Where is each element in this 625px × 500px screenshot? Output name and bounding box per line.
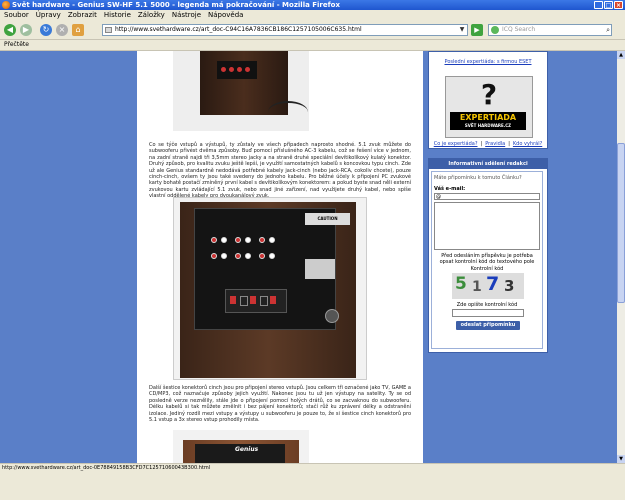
navigation-toolbar: ◀ ▶ ↻ × ⌂ http://www.svethardware.cz/art… xyxy=(0,21,625,40)
captcha-image: 5 1 7 3 xyxy=(452,273,524,299)
forward-button[interactable]: ▶ xyxy=(20,24,32,36)
minimize-button[interactable]: _ xyxy=(594,1,603,9)
volume-knob xyxy=(325,309,339,323)
firefox-icon xyxy=(2,1,10,9)
search-placeholder: ICQ Search xyxy=(502,26,536,33)
close-button[interactable]: × xyxy=(614,1,623,9)
comment-prompt: Máte připomínku k tomuto Článku? xyxy=(434,175,522,181)
url-text: http://www.svethardware.cz/art_doc-C94C1… xyxy=(115,26,362,33)
bookmarks-toolbar: Přečtěte xyxy=(0,40,625,51)
captcha-repeat-label: Zde opište kontrolní kód xyxy=(456,302,518,308)
genius-logo: Genius xyxy=(235,446,259,453)
comment-textarea[interactable] xyxy=(434,202,540,250)
page-content: Co se týče vstupů a výstupů, ty zůstaly … xyxy=(0,51,617,463)
back-button[interactable]: ◀ xyxy=(4,24,16,36)
go-button[interactable]: ▶ xyxy=(471,24,483,36)
speaker-terminals xyxy=(225,289,287,313)
search-icon[interactable]: ⌕ xyxy=(606,25,610,35)
menu-upravy[interactable]: Úpravy xyxy=(36,10,61,21)
menu-zobrazit[interactable]: Zobrazit xyxy=(68,10,97,21)
subwoofer-rear-photo: CAUTION xyxy=(173,197,367,380)
scroll-up-icon[interactable]: ▲ xyxy=(617,51,625,59)
menu-nastroje[interactable]: Nástroje xyxy=(172,10,201,21)
expertiada-banner[interactable]: ? EXPERTIADA SVĚT HARDWARE.CZ xyxy=(445,76,533,138)
comment-form: Informativní sdělení redakci Máte připom… xyxy=(428,158,548,353)
article-paragraph-1: Co se týče vstupů a výstupů, ty zůstaly … xyxy=(149,142,412,200)
question-mark-icon: ? xyxy=(480,78,498,111)
below-status-area xyxy=(0,472,625,500)
window-title: Svět hardware - Genius SW-HF 5.1 5000 - … xyxy=(12,1,340,9)
icq-icon xyxy=(491,26,499,34)
email-label: Váš e-mail: xyxy=(434,186,466,192)
scroll-down-icon[interactable]: ▼ xyxy=(617,455,625,463)
expertiada-links: Co je expertiáda? | Pravidla | Kdo vyhrá… xyxy=(433,141,543,147)
menu-napoveda[interactable]: Nápověda xyxy=(208,10,243,21)
bookmark-item[interactable]: Přečtěte xyxy=(4,40,29,50)
email-field[interactable]: @ xyxy=(434,193,540,200)
captcha-note: Před odesláním příspěvku je potřeba opsa… xyxy=(439,253,535,265)
article-paragraph-2: Další šestice konektorů cinch jsou pro p… xyxy=(149,385,411,424)
menu-historie[interactable]: Historie xyxy=(104,10,131,21)
window-controls: _ □ × xyxy=(594,1,623,9)
comment-header: Informativní sdělení redakci xyxy=(429,159,547,169)
submit-comment-button[interactable]: odeslat připomínku xyxy=(456,321,520,330)
page-icon xyxy=(105,27,112,33)
menu-soubor[interactable]: Soubor xyxy=(4,10,29,21)
url-bar[interactable]: http://www.svethardware.cz/art_doc-C94C1… xyxy=(102,24,468,36)
search-box[interactable]: ICQ Search ⌕ xyxy=(488,24,612,36)
home-button[interactable]: ⌂ xyxy=(72,24,84,36)
rear-panel: CAUTION xyxy=(194,208,350,330)
url-dropdown-icon[interactable]: ▼ xyxy=(458,26,466,34)
captcha-label: Kontrolní kód xyxy=(470,266,504,272)
subwoofer-photo-top xyxy=(173,51,309,131)
stop-button[interactable]: × xyxy=(56,24,68,36)
maximize-button[interactable]: □ xyxy=(604,1,613,9)
scrollbar-thumb[interactable] xyxy=(617,143,625,303)
page-scrollbar[interactable]: ▲ ▼ xyxy=(617,51,625,463)
subwoofer-front-photo: Genius xyxy=(173,430,309,463)
expertiada-logo: EXPERTIADA SVĚT HARDWARE.CZ xyxy=(450,112,526,130)
menu-bar: Soubor Úpravy Zobrazit Historie Záložky … xyxy=(0,10,625,21)
link-rules[interactable]: Pravidla xyxy=(485,141,505,147)
comment-inner: Máte připomínku k tomuto Článku? Váš e-m… xyxy=(431,171,543,349)
reload-button[interactable]: ↻ xyxy=(40,24,52,36)
link-what-is-expertiada[interactable]: Co je expertiáda? xyxy=(434,141,478,147)
window-titlebar: Svět hardware - Genius SW-HF 5.1 5000 - … xyxy=(0,0,625,10)
expertiada-link[interactable]: Poslední expertiáda: s firmou ESET xyxy=(429,59,547,65)
link-winners[interactable]: Kdo vyhrál? xyxy=(513,141,542,147)
captcha-input[interactable] xyxy=(452,309,524,317)
expertiada-box: Poslední expertiáda: s firmou ESET ? EXP… xyxy=(428,51,548,149)
menu-zalozky[interactable]: Záložky xyxy=(138,10,165,21)
warning-label: CAUTION xyxy=(305,213,350,225)
